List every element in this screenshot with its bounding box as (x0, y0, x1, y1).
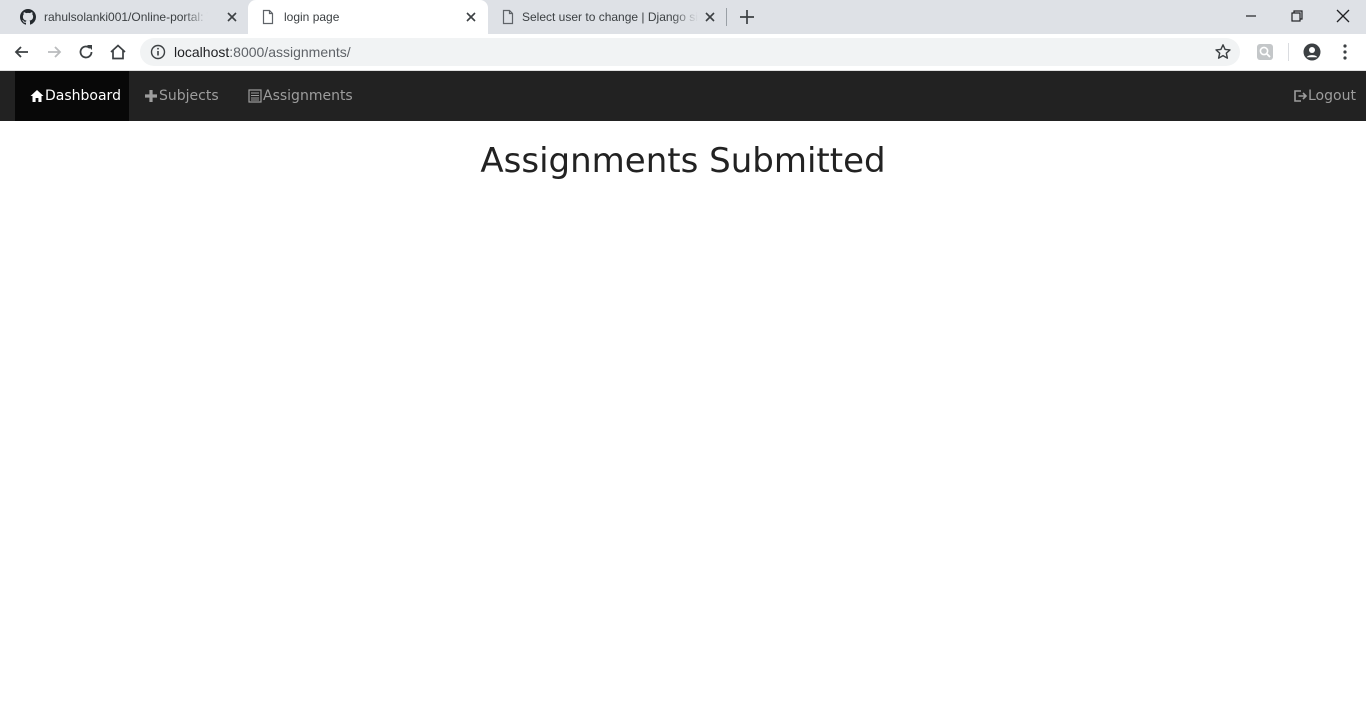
plus-icon (145, 90, 157, 102)
logout-icon (1294, 90, 1307, 102)
toolbar-separator (1288, 43, 1289, 61)
list-icon (248, 89, 262, 103)
page-icon (262, 9, 274, 25)
tab-title: Select user to change | Django sit (522, 10, 698, 24)
tab-separator (726, 8, 727, 26)
close-tab-icon[interactable] (226, 11, 238, 23)
tab-title: rahulsolanki001/Online-portal: Th (44, 10, 208, 24)
home-icon[interactable] (108, 42, 128, 62)
close-tab-icon[interactable] (465, 11, 477, 23)
nav-assignments-label: Assignments (263, 88, 353, 104)
new-tab-icon[interactable] (738, 8, 756, 26)
home-icon (30, 90, 44, 102)
browser-tab-login-page[interactable]: login page (248, 0, 488, 34)
tab-title: login page (284, 10, 340, 24)
nav-assignments[interactable]: Assignments (248, 71, 353, 121)
nav-subjects[interactable]: Subjects (144, 71, 219, 121)
url-host: localhost (174, 44, 230, 60)
back-arrow-icon[interactable] (12, 42, 32, 62)
reload-icon[interactable] (76, 42, 96, 62)
address-url[interactable]: localhost:8000/assignments/ (174, 38, 351, 66)
browser-tab-strip: rahulsolanki001/Online-portal: Th login … (0, 0, 1366, 34)
browser-tab-django-admin[interactable]: Select user to change | Django sit (488, 0, 726, 34)
profile-avatar-icon[interactable] (1302, 42, 1322, 62)
close-tab-icon[interactable] (704, 11, 716, 23)
browser-tab-github[interactable]: rahulsolanki001/Online-portal: Th (8, 0, 248, 34)
menu-kebab-icon[interactable] (1335, 42, 1355, 62)
browser-toolbar: localhost:8000/assignments/ (0, 34, 1366, 71)
bookmark-star-icon[interactable] (1214, 43, 1232, 61)
close-window-icon[interactable] (1333, 6, 1353, 26)
nav-dashboard-label: Dashboard (45, 88, 121, 104)
extension-icon[interactable] (1255, 42, 1275, 62)
page-icon (502, 9, 514, 25)
address-bar[interactable]: localhost:8000/assignments/ (140, 38, 1240, 66)
nav-dashboard[interactable]: Dashboard (15, 71, 129, 121)
minimize-icon[interactable] (1241, 6, 1261, 26)
info-icon[interactable] (150, 44, 166, 60)
restore-icon[interactable] (1287, 6, 1307, 26)
url-path: :8000/assignments/ (229, 44, 351, 60)
nav-logout-label: Logout (1308, 88, 1356, 104)
site-navbar: Dashboard Subjects Assignments Logout (0, 71, 1366, 121)
page-title: Assignments Submitted (480, 141, 886, 181)
github-icon (20, 9, 36, 25)
forward-arrow-icon[interactable] (44, 42, 64, 62)
nav-subjects-label: Subjects (159, 88, 219, 104)
nav-logout[interactable]: Logout (1293, 71, 1356, 121)
